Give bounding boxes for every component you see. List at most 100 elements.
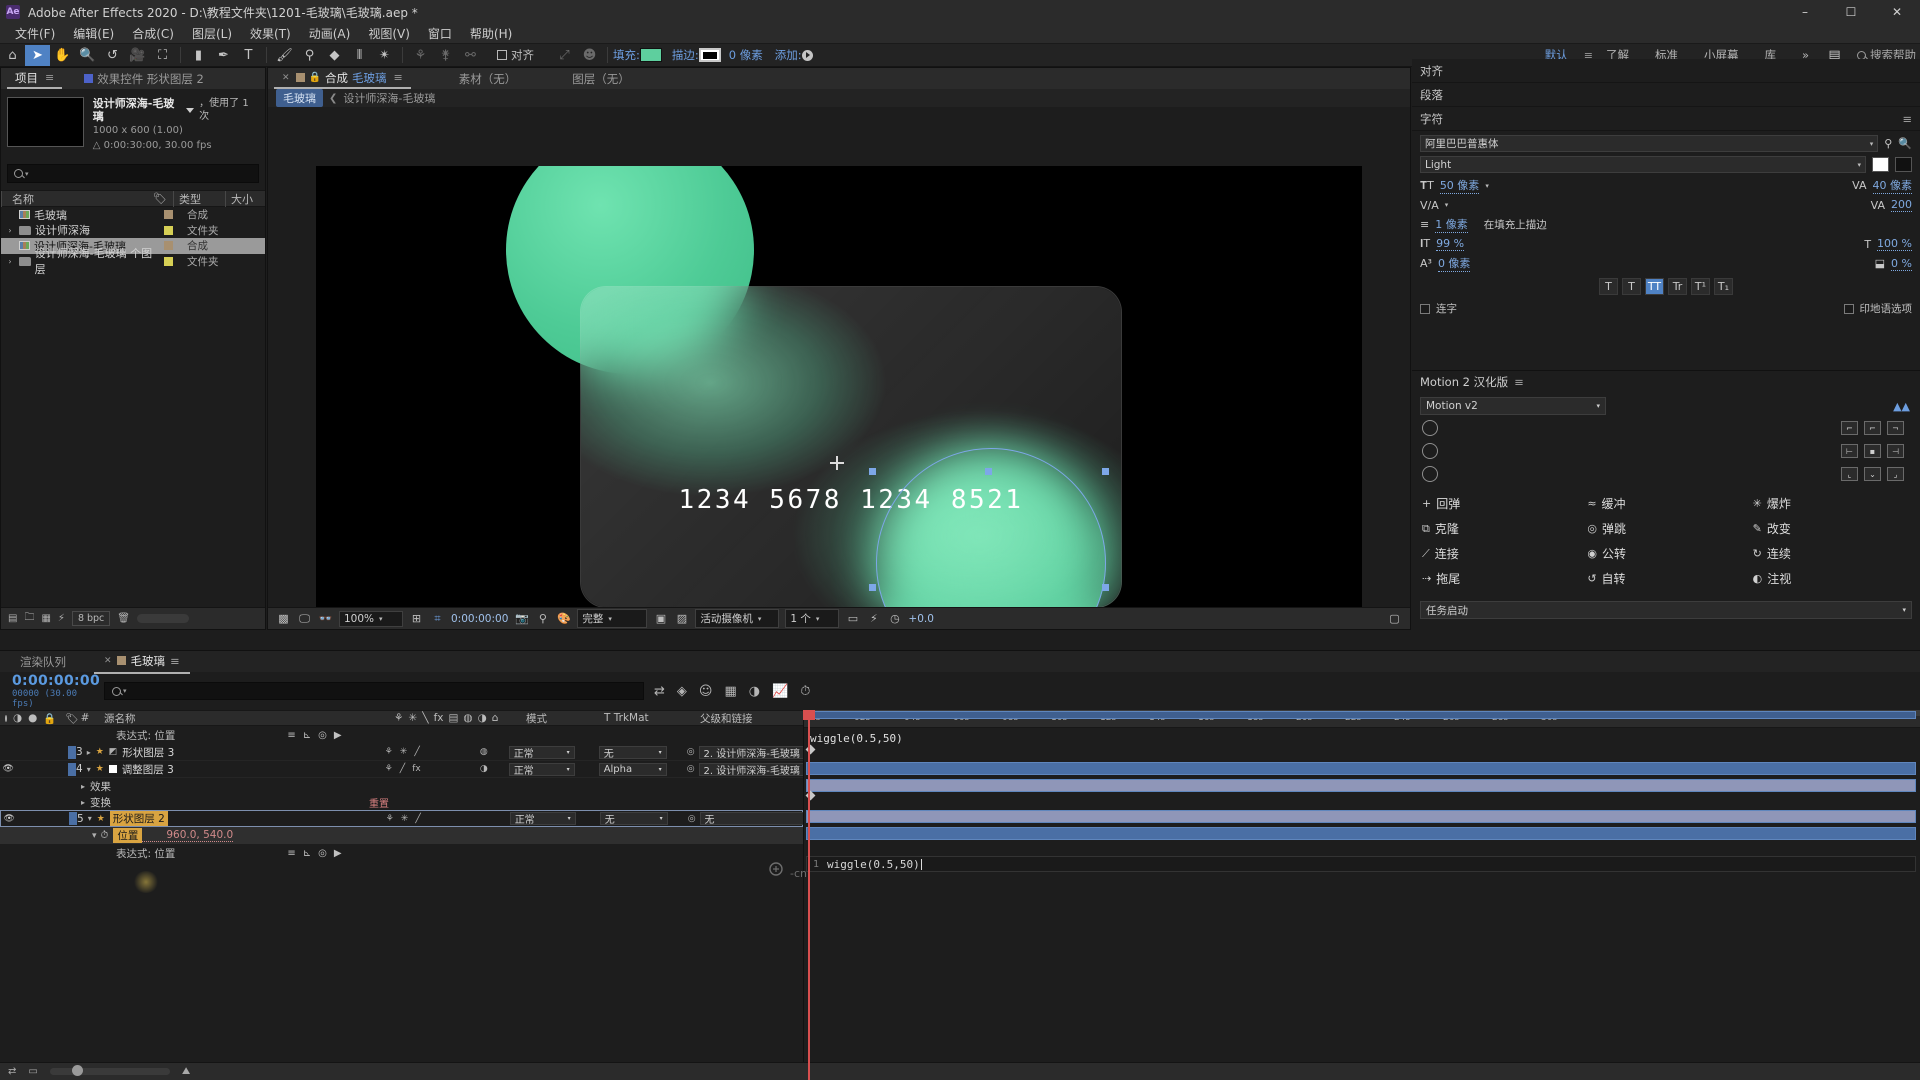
clone-stamp-tool-icon[interactable]: ⚲ bbox=[297, 45, 322, 66]
project-list-item[interactable]: 毛玻璃 合成 bbox=[1, 207, 265, 223]
eye-icon[interactable]: 👁 bbox=[1, 811, 17, 826]
brush-tool-icon[interactable]: 🖌 bbox=[272, 45, 297, 66]
twisty-icon[interactable]: ▸ bbox=[76, 798, 90, 807]
column-type[interactable]: 类型 bbox=[173, 190, 225, 207]
layer-parent-select[interactable]: 2. 设计师深海-毛玻璃▾ bbox=[698, 745, 815, 760]
collapse-icon[interactable]: ✳ bbox=[400, 747, 408, 757]
all-caps-button[interactable]: TT bbox=[1645, 278, 1664, 295]
show-snapshot-icon[interactable]: ⚲ bbox=[535, 612, 550, 626]
layer-mode-select[interactable]: 正常 ▾ bbox=[508, 762, 575, 777]
quality-icon[interactable]: ╱ bbox=[415, 814, 420, 824]
motion-button-clone[interactable]: ⧉ 克隆 bbox=[1420, 518, 1581, 539]
twisty-icon[interactable]: ▸ bbox=[76, 782, 90, 791]
layer-subgroup-row[interactable]: ▸ 变换 重置 bbox=[0, 794, 803, 810]
quality-icon[interactable]: ╱ bbox=[414, 747, 419, 757]
pixel-aspect-icon[interactable]: ▭ bbox=[845, 612, 860, 626]
views-select[interactable]: 1 个 ▾ bbox=[785, 609, 840, 628]
motion-blur-icon[interactable]: ◍ bbox=[480, 747, 488, 757]
header-parent[interactable]: 父级和链接 bbox=[694, 711, 803, 726]
layer-switches[interactable]: ⚘ ✳ ╱ ◍ bbox=[383, 747, 503, 757]
resolution-select[interactable]: 完整 ▾ bbox=[577, 609, 648, 628]
breadcrumb-root[interactable]: 毛玻璃 bbox=[276, 89, 323, 107]
solo-icon[interactable] bbox=[33, 762, 49, 777]
font-style-select[interactable]: Light ▾ bbox=[1420, 156, 1866, 173]
composition-menu-icon[interactable]: ≡ bbox=[394, 71, 403, 84]
collapse-icon[interactable]: ╱ bbox=[400, 764, 405, 774]
faux-italic-button[interactable]: T bbox=[1622, 278, 1641, 295]
subscript-button[interactable]: T₁ bbox=[1714, 278, 1733, 295]
layer-switches[interactable]: ⚘ ╱ fx ◑ bbox=[383, 764, 503, 774]
layer-mode-select[interactable]: 正常 ▾ bbox=[509, 812, 576, 826]
twisty-icon[interactable]: ▸ bbox=[87, 748, 91, 757]
superscript-button[interactable]: T¹ bbox=[1691, 278, 1710, 295]
expression-language-icon[interactable]: ▶ bbox=[334, 848, 342, 859]
exposure-value[interactable]: +0.0 bbox=[908, 613, 934, 625]
toggle-switches-modes-icon[interactable]: ⇄ bbox=[8, 1066, 16, 1077]
fill-color-swatch[interactable] bbox=[1872, 157, 1889, 172]
stroke-label[interactable]: 描边: bbox=[672, 47, 699, 63]
layer-parent-cell[interactable]: ◎ 2. 设计师深海-毛玻璃▾ bbox=[683, 762, 815, 777]
expression-enable-icon[interactable]: ≡ bbox=[287, 730, 295, 741]
layer-trkmat-select[interactable]: 无 ▾ bbox=[599, 812, 668, 826]
roto-brush-tool-icon[interactable]: ⦀ bbox=[347, 45, 372, 66]
header-mode[interactable]: 模式 bbox=[514, 711, 604, 726]
close-icon[interactable]: ✕ bbox=[104, 656, 112, 666]
audio-icon[interactable] bbox=[16, 762, 32, 777]
expression-graph-icon[interactable]: ⊾ bbox=[303, 730, 311, 741]
add-label[interactable]: 添加: bbox=[775, 47, 802, 63]
motion-menu-icon[interactable]: ≡ bbox=[1514, 375, 1524, 389]
column-name[interactable]: 名称 bbox=[1, 190, 147, 207]
camera-select[interactable]: 活动摄像机 ▾ bbox=[695, 609, 780, 628]
bit-depth-label[interactable]: 8 bpc bbox=[71, 611, 111, 626]
new-comp-icon[interactable]: ▦ bbox=[41, 613, 50, 624]
twisty-icon[interactable]: ▾ bbox=[88, 814, 92, 823]
shape-tool-icon[interactable]: ▮ bbox=[186, 45, 211, 66]
motion-anchor-tr-button[interactable]: ¬ bbox=[1887, 421, 1904, 435]
shy-icon[interactable]: ⚘ bbox=[385, 747, 393, 757]
composition-mini-flowchart-icon[interactable]: ⇄ bbox=[654, 684, 665, 699]
menu-composition[interactable]: 合成(C) bbox=[123, 23, 183, 44]
expression-pickwhip-icon[interactable]: ◎ bbox=[318, 848, 327, 859]
eyedropper-icon[interactable]: ⚲ bbox=[1884, 137, 1892, 150]
timeline-graph-area[interactable]: 0s 02s 04s 06s 08s 10s 12s 14s 16s 18s 2… bbox=[803, 710, 1920, 1080]
snapshot-icon[interactable]: 📷 bbox=[514, 612, 529, 626]
menu-edit[interactable]: 编辑(E) bbox=[64, 23, 123, 44]
adjustment-icon[interactable]: ◑ bbox=[480, 764, 488, 774]
expression-editor-field[interactable]: 1 wiggle(0.5,50) bbox=[806, 856, 1916, 872]
auto-keyframe-icon[interactable]: ⏱ bbox=[800, 684, 810, 699]
stroke-order-select[interactable]: 在填充上描边 bbox=[1484, 217, 1547, 232]
shy-icon[interactable]: ⚘ bbox=[385, 764, 393, 774]
motion-button-orbit[interactable]: ◉ 公转 bbox=[1585, 543, 1746, 564]
font-family-select[interactable]: 阿里巴巴普惠体 ▾ bbox=[1420, 135, 1879, 152]
expression-code[interactable]: wiggle(0.5,50) bbox=[827, 858, 920, 871]
stroke-color-swatch[interactable] bbox=[698, 48, 721, 62]
layer-name-cell[interactable]: ▾ ★ 调整图层 3 bbox=[83, 762, 383, 777]
layer-trkmat-select[interactable]: Alpha ▾ bbox=[598, 762, 667, 776]
indic-checkbox[interactable] bbox=[1843, 303, 1854, 314]
motion-knob-icon[interactable] bbox=[1422, 443, 1438, 459]
twisty-icon[interactable]: ▾ bbox=[87, 765, 91, 774]
layer-duration-bar[interactable] bbox=[806, 762, 1916, 775]
toggle-transparency-icon[interactable]: ▩ bbox=[276, 612, 291, 626]
label-swatch[interactable] bbox=[164, 241, 173, 251]
pickwhip-icon[interactable]: ◎ bbox=[688, 814, 696, 824]
timeline-layer-row[interactable]: 👁 4 ▾ ★ 调整图层 3 ⚘ ╱ fx ◑ 正常 ▾ Alpha ▾ ◎ 2… bbox=[0, 761, 815, 778]
font-size-value[interactable]: 50 像素 bbox=[1439, 177, 1480, 194]
fill-label[interactable]: 填充: bbox=[613, 47, 640, 63]
motion-button-bounce-back[interactable]: + 回弹 bbox=[1420, 493, 1581, 514]
timeline-zoom-slider[interactable] bbox=[49, 1065, 170, 1076]
motion-button-look-at[interactable]: ◐ 注视 bbox=[1751, 568, 1912, 589]
motion-button-trail[interactable]: ⇢ 拖尾 bbox=[1420, 568, 1581, 589]
layer-name-cell[interactable]: ▾ ★ 形状图层 2 bbox=[84, 811, 384, 826]
layer-parent-cell[interactable]: ◎ 2. 设计师深海-毛玻璃▾ bbox=[683, 745, 815, 760]
layer-trkmat-select[interactable]: 无 ▾ bbox=[598, 745, 667, 760]
timeline-layer-row[interactable]: 3 ▸ ★ ◩ 形状图层 3 ⚘ ✳ ╱ ◍ 正常 ▾ 无 ▾ ◎ 2. 设计师… bbox=[0, 744, 815, 761]
selection-handle[interactable] bbox=[1102, 468, 1109, 475]
layer-trkmat-cell[interactable]: 无 ▾ bbox=[593, 745, 683, 760]
selection-handle[interactable] bbox=[869, 468, 876, 475]
transparency-grid-icon[interactable]: ▨ bbox=[674, 612, 689, 626]
layer-mode-select[interactable]: 正常 ▾ bbox=[508, 745, 575, 760]
eye-icon[interactable]: 👁 bbox=[0, 762, 16, 777]
timeline-search-input[interactable]: ▾ bbox=[104, 682, 644, 700]
layer-name[interactable]: 形状图层 2 bbox=[109, 811, 168, 826]
